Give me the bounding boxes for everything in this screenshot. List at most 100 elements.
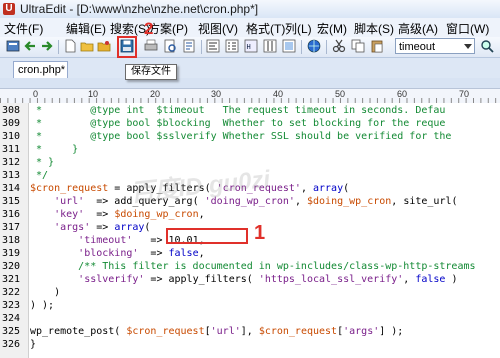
new-file-icon[interactable]: [63, 39, 77, 53]
code-line[interactable]: 311 * }: [0, 143, 500, 156]
line-number: 323: [2, 300, 21, 311]
code-text: 'sslverify' => apply_filters( 'https_loc…: [78, 274, 458, 285]
code-line[interactable]: 309 * @type bool $blocking Whether to se…: [0, 117, 500, 130]
save-file-tooltip: 保存文件: [125, 64, 177, 80]
code-line[interactable]: 315 'url' => add_query_arg( 'doing_wp_cr…: [0, 195, 500, 208]
ruler-label: 0: [33, 89, 39, 99]
line-number: 317: [2, 222, 21, 233]
code-text: */: [30, 170, 49, 181]
word-wrap-icon[interactable]: [206, 39, 220, 53]
line-number: 315: [2, 196, 21, 207]
paste-icon[interactable]: [370, 39, 384, 53]
tab-cron-php[interactable]: cron.php*: [13, 61, 68, 78]
line-number: 321: [2, 274, 21, 285]
toggle-view-icon[interactable]: [282, 39, 296, 53]
hex-mode-icon[interactable]: H: [244, 39, 258, 53]
print-preview-icon[interactable]: [163, 39, 177, 53]
copy-icon[interactable]: [351, 39, 365, 53]
line-number: 312: [2, 157, 21, 168]
document-tab-row: cron.php*: [0, 58, 500, 78]
code-line[interactable]: 323 ) );: [0, 299, 500, 312]
line-number: 326: [2, 339, 21, 350]
chevron-down-icon[interactable]: [464, 44, 472, 49]
menu-file[interactable]: 文件(F): [4, 20, 43, 37]
search-combo-box[interactable]: timeout: [395, 38, 475, 54]
title-bar: U UltraEdit - [D:\www\nzhe\nzhe.net\cron…: [0, 0, 500, 19]
menu-advanced[interactable]: 高级(A): [398, 20, 438, 37]
search-combo-value: timeout: [399, 41, 436, 53]
code-line[interactable]: 325 wp_remote_post( $cron_request['url'],…: [0, 325, 500, 338]
menu-column[interactable]: 列(L): [285, 20, 312, 37]
line-number: 310: [2, 131, 21, 142]
line-number: 313: [2, 170, 21, 181]
code-line[interactable]: 318 'timeout' => 10.01,: [0, 234, 500, 247]
code-line[interactable]: 326}: [0, 338, 500, 351]
code-line[interactable]: 317 'args' => array(: [0, 221, 500, 234]
code-text: 'args' => array(: [54, 222, 151, 233]
find-icon[interactable]: [480, 39, 494, 53]
toolbar-separator: [326, 40, 327, 54]
menu-window[interactable]: 窗口(W): [446, 20, 489, 37]
line-number: 318: [2, 235, 21, 246]
line-number: 311: [2, 144, 21, 155]
code-line[interactable]: 319 'blocking' => false,: [0, 247, 500, 260]
code-line[interactable]: 308 * @type int $timeout The request tim…: [0, 104, 500, 117]
code-line[interactable]: 320 /** This filter is documented in wp-…: [0, 260, 500, 273]
toolbar-separator: [58, 40, 59, 54]
code-text: ) );: [30, 300, 55, 311]
line-number: 309: [2, 118, 21, 129]
menu-edit[interactable]: 编辑(E): [66, 20, 106, 37]
cut-icon[interactable]: [332, 39, 346, 53]
ruler-label: 20: [150, 89, 161, 99]
ultraedit-app-icon: U: [3, 3, 15, 15]
ruler-label: 70: [459, 89, 470, 99]
code-text: * @type int $timeout The request timeout…: [30, 105, 446, 116]
line-number: 322: [2, 287, 21, 298]
web-browser-icon[interactable]: [307, 39, 321, 53]
code-text: 'url' => add_query_arg( 'doing_wp_cron',…: [54, 196, 458, 207]
menu-script[interactable]: 脚本(S): [354, 20, 394, 37]
line-number: 324: [2, 313, 21, 324]
annotation-save-highlight: [117, 36, 137, 58]
code-text: /** This filter is documented in wp-incl…: [30, 261, 476, 272]
code-line[interactable]: 321 'sslverify' => apply_filters( 'https…: [0, 273, 500, 286]
code-text: wp_remote_post( $cron_request['url'], $c…: [30, 326, 404, 337]
toolbar: H timeout: [0, 37, 500, 58]
print-icon[interactable]: [144, 39, 158, 53]
toolbar-separator: [301, 40, 302, 54]
column-mode-icon[interactable]: [263, 39, 277, 53]
code-line[interactable]: 324: [0, 312, 500, 325]
code-text: }: [30, 339, 37, 350]
menu-view[interactable]: 视图(V): [198, 20, 238, 37]
column-ruler: 0 10 20 30 40 50 60 70: [0, 88, 500, 104]
code-text: 'key' => $doing_wp_cron,: [54, 209, 205, 220]
menu-format[interactable]: 格式(T): [246, 20, 285, 37]
code-line[interactable]: 316 'key' => $doing_wp_cron,: [0, 208, 500, 221]
annotation-label-2: 2: [144, 19, 154, 38]
line-number: 320: [2, 261, 21, 272]
line-number: 319: [2, 248, 21, 259]
code-text: * }: [30, 144, 79, 155]
line-numbers-icon[interactable]: [225, 39, 239, 53]
code-text: ): [30, 287, 61, 298]
line-number: 314: [2, 183, 21, 194]
ruler-label: 30: [211, 89, 222, 99]
menu-macro[interactable]: 宏(M): [317, 20, 347, 37]
page-setup-icon[interactable]: [182, 39, 196, 53]
ruler-label: 60: [397, 89, 408, 99]
annotation-label-1: 1: [254, 222, 266, 244]
code-line[interactable]: 322 ): [0, 286, 500, 299]
project-icon[interactable]: [6, 39, 20, 53]
forward-arrow-icon[interactable]: [40, 39, 54, 53]
ruler-label: 50: [335, 89, 346, 99]
open-folder-icon[interactable]: [80, 39, 94, 53]
back-arrow-icon[interactable]: [23, 39, 37, 53]
menu-project[interactable]: 方案(P): [148, 20, 188, 37]
line-number: 325: [2, 326, 21, 337]
code-text: * @type bool $sslverify Whether SSL shou…: [30, 131, 452, 142]
code-text: * @type bool $blocking Whether to set bl…: [30, 118, 446, 129]
code-line[interactable]: 310 * @type bool $sslverify Whether SSL …: [0, 130, 500, 143]
code-editor[interactable]: 308 * @type int $timeout The request tim…: [0, 103, 500, 358]
toolbar-separator: [201, 40, 202, 54]
open-recent-folder-icon[interactable]: [97, 39, 111, 53]
